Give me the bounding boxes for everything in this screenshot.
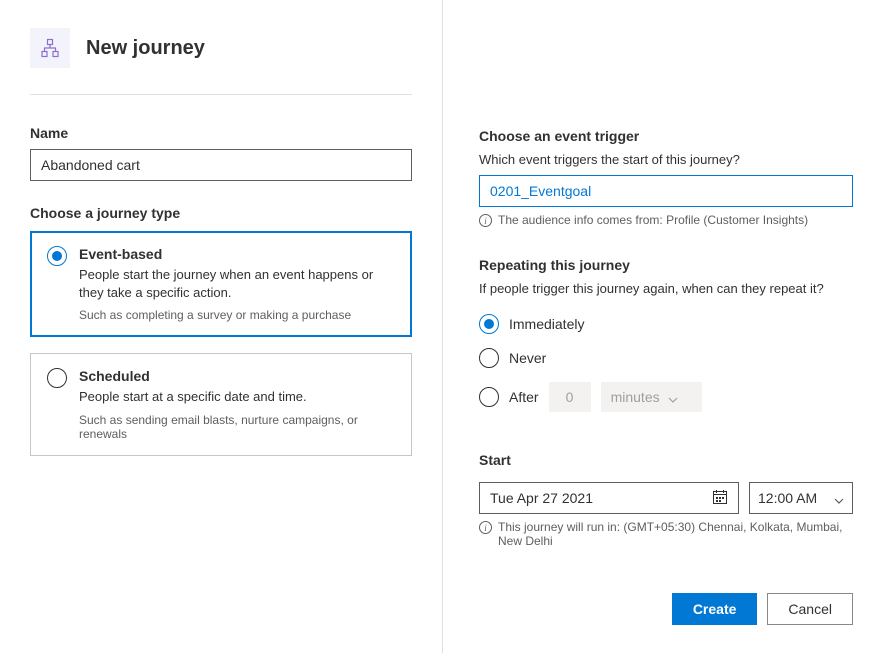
radio-icon: [479, 348, 499, 368]
after-number-input: [549, 382, 591, 412]
card-example: Such as sending email blasts, nurture ca…: [79, 413, 395, 441]
page-title: New journey: [86, 37, 205, 60]
radio-icon: [479, 387, 499, 407]
repeat-label: Immediately: [509, 316, 584, 332]
divider: [30, 94, 412, 95]
repeat-label: Never: [509, 350, 546, 366]
footer: Create Cancel: [479, 573, 853, 625]
start-time-value: 12:00 AM: [758, 490, 817, 506]
repeat-option-after[interactable]: After minutes: [479, 382, 853, 412]
radio-icon: [479, 314, 499, 334]
card-desc: People start at a specific date and time…: [79, 388, 395, 406]
journey-icon: [30, 28, 70, 68]
start-date-input[interactable]: Tue Apr 27 2021: [479, 482, 739, 514]
start-heading: Start: [479, 452, 853, 468]
trigger-question: Which event triggers the start of this j…: [479, 152, 853, 167]
repeat-option-immediately[interactable]: Immediately: [479, 314, 853, 334]
repeat-question: If people trigger this journey again, wh…: [479, 281, 853, 296]
create-button[interactable]: Create: [672, 593, 758, 625]
timezone-info-row: i This journey will run in: (GMT+05:30) …: [479, 520, 853, 548]
repeat-label: After: [509, 389, 539, 405]
journey-type-event-based[interactable]: Event-based People start the journey whe…: [30, 231, 412, 337]
audience-info-row: i The audience info comes from: Profile …: [479, 213, 853, 227]
start-row: Tue Apr 27 2021 12:00 AM: [479, 482, 853, 514]
start-date-value: Tue Apr 27 2021: [490, 490, 593, 506]
repeat-heading: Repeating this journey: [479, 257, 853, 273]
name-input[interactable]: [30, 149, 412, 181]
repeat-option-never[interactable]: Never: [479, 348, 853, 368]
journey-type-heading: Choose a journey type: [30, 205, 412, 221]
card-title: Event-based: [79, 246, 395, 262]
card-example: Such as completing a survey or making a …: [79, 308, 395, 322]
right-panel: Choose an event trigger Which event trig…: [443, 0, 883, 653]
header: New journey: [30, 28, 412, 68]
name-label: Name: [30, 125, 412, 141]
timezone-info-text: This journey will run in: (GMT+05:30) Ch…: [498, 520, 853, 548]
journey-type-scheduled[interactable]: Scheduled People start at a specific dat…: [30, 353, 412, 455]
repeat-options: Immediately Never After minutes: [479, 314, 853, 426]
calendar-icon: [712, 489, 728, 508]
radio-icon: [47, 246, 67, 266]
event-trigger-input[interactable]: [479, 175, 853, 207]
cancel-button[interactable]: Cancel: [767, 593, 853, 625]
info-icon: i: [479, 214, 492, 227]
card-desc: People start the journey when an event h…: [79, 266, 395, 302]
info-icon: i: [479, 521, 492, 534]
chevron-down-icon: [834, 493, 844, 503]
start-time-input[interactable]: 12:00 AM: [749, 482, 853, 514]
trigger-heading: Choose an event trigger: [479, 128, 853, 144]
after-unit-select: minutes: [601, 382, 702, 412]
chevron-down-icon: [668, 392, 678, 402]
audience-info-text: The audience info comes from: Profile (C…: [498, 213, 808, 227]
card-title: Scheduled: [79, 368, 395, 384]
left-panel: New journey Name Choose a journey type E…: [0, 0, 442, 653]
radio-icon: [47, 368, 67, 388]
